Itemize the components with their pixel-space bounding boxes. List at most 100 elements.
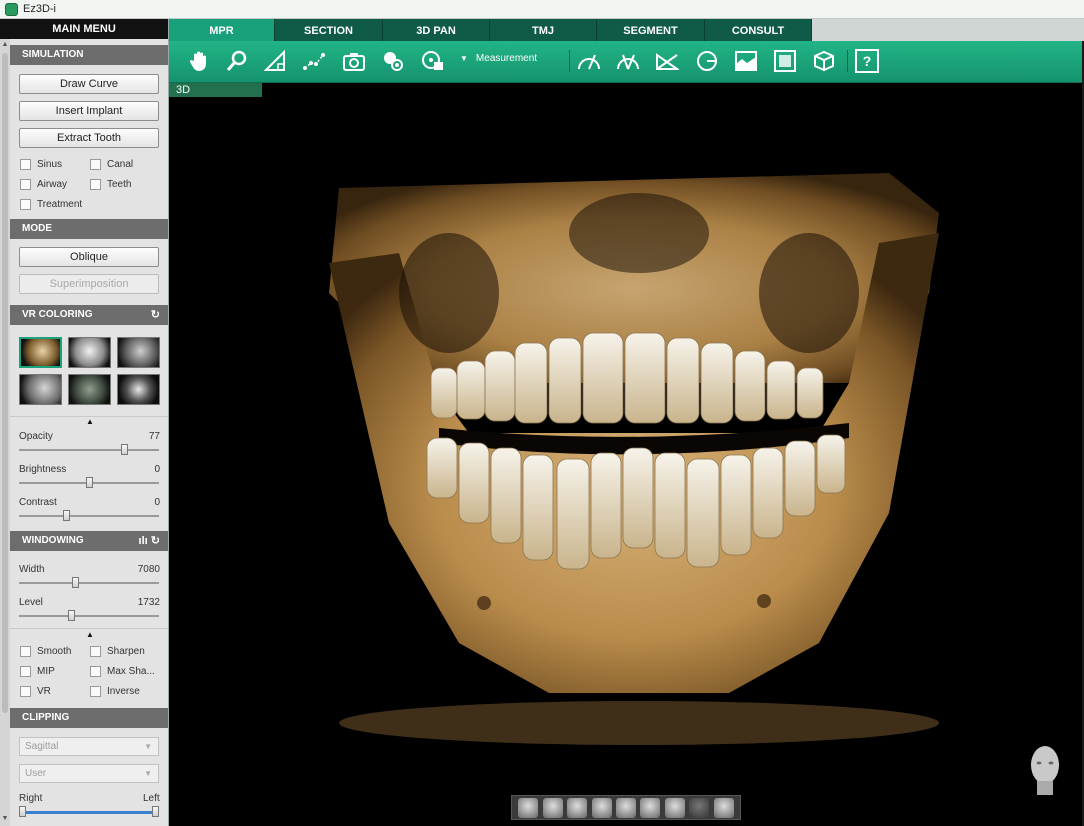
- windowing-header: WINDOWING ılı ↻: [10, 531, 168, 551]
- vr-coloring-title: VR COLORING: [22, 309, 93, 320]
- tab-tmj[interactable]: TMJ: [490, 19, 597, 41]
- triangle-angle-icon[interactable]: [653, 47, 681, 75]
- view-left-icon[interactable]: [567, 797, 588, 818]
- clipping-range-slider[interactable]: [19, 811, 159, 814]
- teeth-checkbox[interactable]: Teeth: [90, 179, 131, 190]
- checkbox-box[interactable]: [20, 666, 31, 677]
- face-capture-icon[interactable]: [379, 47, 407, 75]
- checkbox-box[interactable]: [20, 686, 31, 697]
- superimposition-button[interactable]: Superimposition: [19, 274, 159, 294]
- insert-implant-button[interactable]: Insert Implant: [19, 101, 159, 121]
- vr-preset-mip[interactable]: [117, 374, 160, 405]
- level-slider[interactable]: [19, 615, 159, 617]
- clipping-mode-dropdown[interactable]: User ▼: [19, 764, 159, 783]
- canal-checkbox[interactable]: Canal: [90, 159, 133, 170]
- draw-curve-button[interactable]: Draw Curve: [19, 74, 159, 94]
- tab-consult[interactable]: CONSULT: [705, 19, 812, 41]
- chevron-down-icon[interactable]: ▼: [144, 765, 152, 782]
- vr-preset-skull-gray[interactable]: [117, 337, 160, 368]
- windowing-title: WINDOWING: [22, 535, 84, 546]
- pan-hand-icon[interactable]: [185, 47, 213, 75]
- oblique-button[interactable]: Oblique: [19, 247, 159, 267]
- sharpen-checkbox[interactable]: Sharpen: [90, 646, 145, 657]
- max-shading-checkbox[interactable]: Max Sha...: [90, 666, 155, 677]
- profile-image-icon[interactable]: [732, 47, 760, 75]
- orientation-head-icon[interactable]: [1026, 743, 1064, 798]
- tab-mpr[interactable]: MPR: [169, 19, 275, 41]
- 3d-box-icon[interactable]: [810, 47, 838, 75]
- 3d-viewport[interactable]: 3D: [169, 83, 1082, 826]
- opacity-slider-thumb[interactable]: [121, 444, 129, 455]
- overlay-image-icon[interactable]: [771, 47, 799, 75]
- checkbox-box[interactable]: [90, 666, 101, 677]
- clip-left-thumb[interactable]: [152, 806, 159, 817]
- checkbox-box[interactable]: [20, 179, 31, 190]
- view-rotate-icon[interactable]: [713, 797, 734, 818]
- tab-section[interactable]: SECTION: [275, 19, 383, 41]
- extract-tooth-button[interactable]: Extract Tooth: [19, 128, 159, 148]
- inverse-checkbox[interactable]: Inverse: [90, 686, 140, 697]
- vr-preset-skin[interactable]: [19, 374, 62, 405]
- clipping-plane-dropdown[interactable]: Sagittal ▼: [19, 737, 159, 756]
- angle-ruler-icon[interactable]: [261, 47, 289, 75]
- width-slider[interactable]: [19, 582, 159, 584]
- main-menu-header: MAIN MENU: [0, 19, 168, 39]
- checkbox-box[interactable]: [90, 179, 101, 190]
- view-side-icon[interactable]: [664, 797, 685, 818]
- checkbox-box[interactable]: [20, 646, 31, 657]
- simulation-header: SIMULATION: [10, 45, 168, 65]
- view-right-icon[interactable]: [591, 797, 612, 818]
- vr-preset-bone[interactable]: [19, 337, 62, 368]
- contrast-slider[interactable]: [19, 515, 159, 517]
- view-back-icon[interactable]: [542, 797, 563, 818]
- scroll-up-icon[interactable]: ▲: [1, 41, 9, 49]
- opacity-slider[interactable]: [19, 449, 159, 451]
- checkbox-label: Smooth: [37, 646, 72, 657]
- help-button[interactable]: ?: [853, 47, 881, 75]
- sidebar-scrollbar[interactable]: ▲ ▼: [0, 39, 10, 826]
- checkbox-box[interactable]: [90, 159, 101, 170]
- level-slider-thumb[interactable]: [68, 610, 76, 621]
- clip-right-thumb[interactable]: [19, 806, 26, 817]
- help-icon[interactable]: ?: [855, 49, 879, 73]
- checkbox-box[interactable]: [90, 646, 101, 657]
- chevron-down-icon[interactable]: ▼: [144, 738, 152, 755]
- sinus-checkbox[interactable]: Sinus: [20, 159, 62, 170]
- view-top-icon[interactable]: [615, 797, 636, 818]
- measurement-dropdown[interactable]: ▼ Measurement: [460, 53, 537, 64]
- contrast-label: Contrast: [19, 497, 57, 508]
- vr-preset-skull-white[interactable]: [68, 337, 111, 368]
- scrollbar-thumb[interactable]: [2, 53, 8, 713]
- airway-checkbox[interactable]: Airway: [20, 179, 67, 190]
- view-shadow-icon[interactable]: [689, 797, 710, 818]
- tab-3d-pan[interactable]: 3D PAN: [383, 19, 490, 41]
- collapse-up-icon[interactable]: ▲: [86, 417, 94, 426]
- histogram-reset-icon[interactable]: ılı ↻: [139, 531, 160, 551]
- zoom-magnifier-icon[interactable]: [223, 47, 251, 75]
- cephalometric-double-angle-icon[interactable]: [614, 47, 642, 75]
- chevron-down-icon[interactable]: ▼: [460, 54, 468, 63]
- checkbox-box[interactable]: [90, 686, 101, 697]
- mip-checkbox[interactable]: MIP: [20, 666, 55, 677]
- vr-checkbox[interactable]: VR: [20, 686, 51, 697]
- export-disc-icon[interactable]: [419, 47, 447, 75]
- skull-render[interactable]: [169, 83, 1082, 826]
- checkbox-box[interactable]: [20, 159, 31, 170]
- scroll-down-icon[interactable]: ▼: [1, 815, 9, 823]
- brightness-slider-thumb[interactable]: [85, 477, 93, 488]
- cephalometric-angle-icon[interactable]: [575, 47, 603, 75]
- reset-icon[interactable]: ↻: [151, 305, 160, 325]
- circle-measure-icon[interactable]: [693, 47, 721, 75]
- camera-icon[interactable]: [340, 47, 368, 75]
- tab-segment[interactable]: SEGMENT: [597, 19, 705, 41]
- width-slider-thumb[interactable]: [72, 577, 80, 588]
- view-bottom-icon[interactable]: [640, 797, 661, 818]
- checkbox-box[interactable]: [20, 199, 31, 210]
- vr-preset-soft-tissue[interactable]: [68, 374, 111, 405]
- contrast-slider-thumb[interactable]: [62, 510, 70, 521]
- treatment-checkbox[interactable]: Treatment: [20, 199, 82, 210]
- view-front-icon[interactable]: [518, 797, 539, 818]
- collapse-up-icon[interactable]: ▲: [86, 630, 94, 639]
- polyline-icon[interactable]: [300, 47, 328, 75]
- smooth-checkbox[interactable]: Smooth: [20, 646, 71, 657]
